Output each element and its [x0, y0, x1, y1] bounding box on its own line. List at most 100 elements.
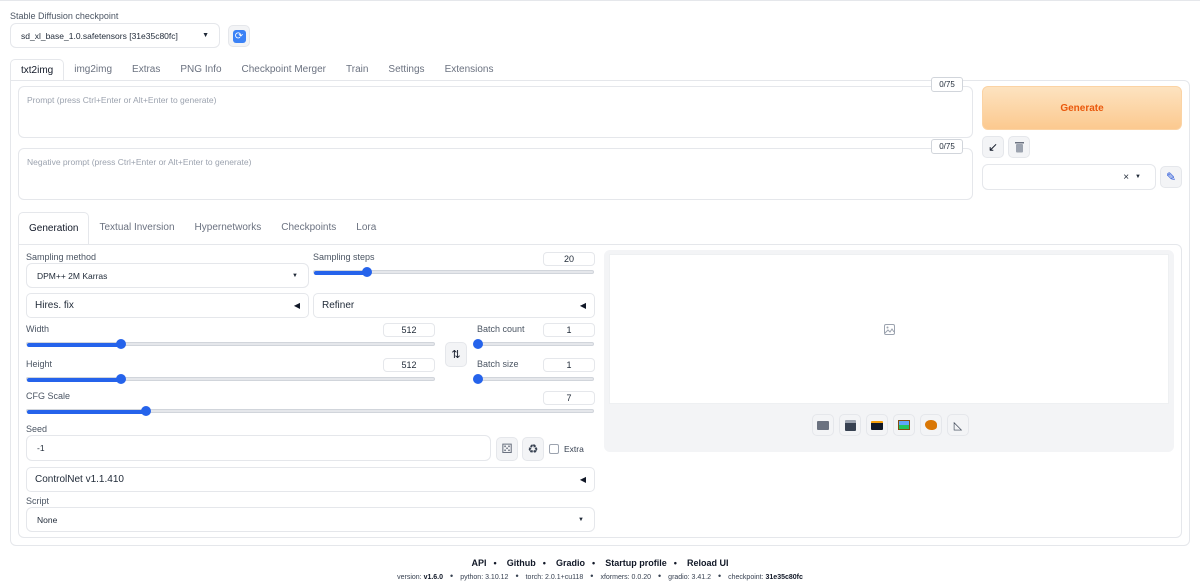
send-to-extras-button[interactable]: ◺ [947, 414, 969, 436]
slider-fill [27, 343, 121, 347]
sampling-steps-slider[interactable] [313, 267, 594, 277]
send-to-img2img-button[interactable] [893, 414, 915, 436]
output-gallery [609, 254, 1169, 404]
tab-png-info[interactable]: PNG Info [170, 59, 231, 81]
sampling-steps-input[interactable]: 20 [543, 252, 595, 266]
styles-dropdown[interactable]: × ▼ [982, 164, 1156, 190]
width-slider[interactable] [26, 339, 435, 349]
read-params-button[interactable]: ↙ [982, 136, 1004, 158]
reuse-seed-button[interactable]: ♻ [522, 437, 544, 461]
swap-vertical-icon: ⇅ [451, 349, 461, 361]
footer-links: API • Github • Gradio • Startup profile • Re… [471, 558, 729, 568]
triangle-left-icon: ◀ [293, 301, 300, 310]
refresh-icon: ⟳ [232, 29, 246, 43]
sampling-steps-label: Sampling steps [313, 252, 375, 262]
cfg-scale-label: CFG Scale [26, 391, 71, 401]
footer-link-api[interactable]: API [472, 558, 487, 568]
gradio-version: gradio: 3.41.2 [668, 574, 711, 581]
send-to-inpaint-button[interactable] [920, 414, 942, 436]
python-version: python: 3.10.12 [460, 574, 509, 581]
refresh-checkpoint-button[interactable]: ⟳ [228, 25, 250, 47]
version-info: version: v1.6.0 • python: 3.10.12 • torch: 2… [397, 571, 803, 581]
slider-thumb[interactable] [115, 339, 126, 349]
generate-button[interactable]: Generate [982, 86, 1182, 130]
clear-prompt-button[interactable] [1008, 136, 1030, 158]
triangle-ruler-icon: ◺ [953, 419, 963, 432]
tab-settings[interactable]: Settings [378, 59, 434, 81]
checkpoint-label: Stable Diffusion checkpoint [10, 11, 119, 21]
cfg-scale-input[interactable]: 7 [543, 391, 595, 405]
close-icon[interactable]: × [1123, 172, 1129, 183]
refiner-accordion[interactable]: Refiner ◀ [313, 293, 595, 318]
sampling-method-value: DPM++ 2M Karras [37, 270, 108, 281]
tab-train[interactable]: Train [336, 59, 378, 81]
subtab-hypernetworks[interactable]: Hypernetworks [185, 212, 272, 244]
negative-prompt-token-counter: 0/75 [931, 139, 963, 154]
zip-button[interactable] [866, 414, 888, 436]
slider-fill [27, 410, 146, 414]
sampling-method-dropdown[interactable]: DPM++ 2M Karras ▼ [26, 263, 309, 288]
version-key: version: [397, 574, 422, 581]
subtab-textual-inversion[interactable]: Textual Inversion [89, 212, 184, 244]
footer-link-gradio[interactable]: Gradio [556, 558, 585, 568]
seed-input[interactable]: -1 [26, 435, 491, 461]
archive-icon [871, 420, 883, 430]
subtab-generation[interactable]: Generation [18, 212, 90, 244]
width-input[interactable]: 512 [383, 323, 435, 337]
negative-prompt-placeholder: Negative prompt (press Ctrl+Enter or Alt… [27, 157, 252, 167]
hires-fix-accordion[interactable]: Hires. fix ◀ [26, 293, 309, 318]
footer-link-startup-profile[interactable]: Startup profile [605, 558, 667, 568]
checkpoint-dropdown[interactable]: sd_xl_base_1.0.safetensors [31e35c80fc] … [10, 23, 220, 48]
image-icon [883, 323, 895, 335]
batch-size-slider[interactable] [473, 374, 594, 384]
arrow-down-left-icon: ↙ [987, 140, 999, 154]
batch-count-input[interactable]: 1 [543, 323, 595, 337]
floppy-disk-icon [844, 419, 856, 431]
extra-networks-tabs: Generation Textual Inversion Hypernetwor… [18, 212, 386, 244]
script-label: Script [26, 496, 50, 506]
seed-label: Seed [26, 424, 48, 434]
subtab-lora[interactable]: Lora [346, 212, 386, 244]
extra-seed-checkbox[interactable] [549, 444, 559, 454]
controlnet-accordion[interactable]: ControlNet v1.1.410 ◀ [26, 467, 595, 492]
slider-thumb[interactable] [473, 339, 483, 349]
script-dropdown[interactable]: None ▼ [26, 507, 595, 532]
footer-link-github[interactable]: Github [507, 558, 536, 568]
subtab-checkpoints[interactable]: Checkpoints [271, 212, 346, 244]
height-input[interactable]: 512 [383, 358, 435, 372]
random-seed-button[interactable]: ⚄ [496, 437, 518, 461]
swap-dimensions-button[interactable]: ⇅ [445, 342, 467, 367]
tab-txt2img[interactable]: txt2img [10, 59, 65, 81]
batch-count-slider[interactable] [473, 339, 594, 349]
tab-extensions[interactable]: Extensions [435, 59, 504, 81]
prompt-textarea[interactable]: Prompt (press Ctrl+Enter or Alt+Enter to… [18, 86, 973, 138]
slider-thumb[interactable] [140, 406, 151, 416]
prompt-token-counter: 0/75 [931, 77, 963, 92]
checkpoint-key: checkpoint: [728, 574, 764, 581]
slider-fill [27, 378, 121, 382]
tab-img2img[interactable]: img2img [64, 59, 122, 81]
footer-link-reload-ui[interactable]: Reload UI [687, 558, 729, 568]
slider-thumb[interactable] [362, 267, 372, 277]
batch-size-input[interactable]: 1 [543, 358, 595, 372]
chevron-down-icon: ▼ [1135, 174, 1141, 180]
seed-value: -1 [37, 443, 45, 453]
slider-thumb[interactable] [115, 374, 126, 384]
cfg-scale-slider[interactable] [26, 406, 594, 416]
negative-prompt-textarea[interactable]: Negative prompt (press Ctrl+Enter or Alt… [18, 148, 973, 200]
chevron-down-icon: ▼ [292, 272, 298, 279]
save-button[interactable] [839, 414, 861, 436]
output-actions: ◺ [812, 414, 969, 436]
edit-styles-button[interactable]: ✎ [1160, 166, 1182, 188]
slider-thumb[interactable] [473, 374, 483, 384]
height-slider[interactable] [26, 374, 435, 384]
open-folder-button[interactable] [812, 414, 834, 436]
tab-checkpoint-merger[interactable]: Checkpoint Merger [232, 59, 336, 81]
extra-seed-label: Extra [564, 444, 584, 454]
chevron-down-icon: ▼ [578, 516, 584, 523]
picture-icon [898, 420, 910, 430]
folder-icon [817, 420, 829, 430]
xformers-version: xformers: 0.0.20 [600, 574, 652, 581]
checkpoint-value: sd_xl_base_1.0.safetensors [31e35c80fc] [21, 30, 178, 41]
tab-extras[interactable]: Extras [122, 59, 170, 81]
